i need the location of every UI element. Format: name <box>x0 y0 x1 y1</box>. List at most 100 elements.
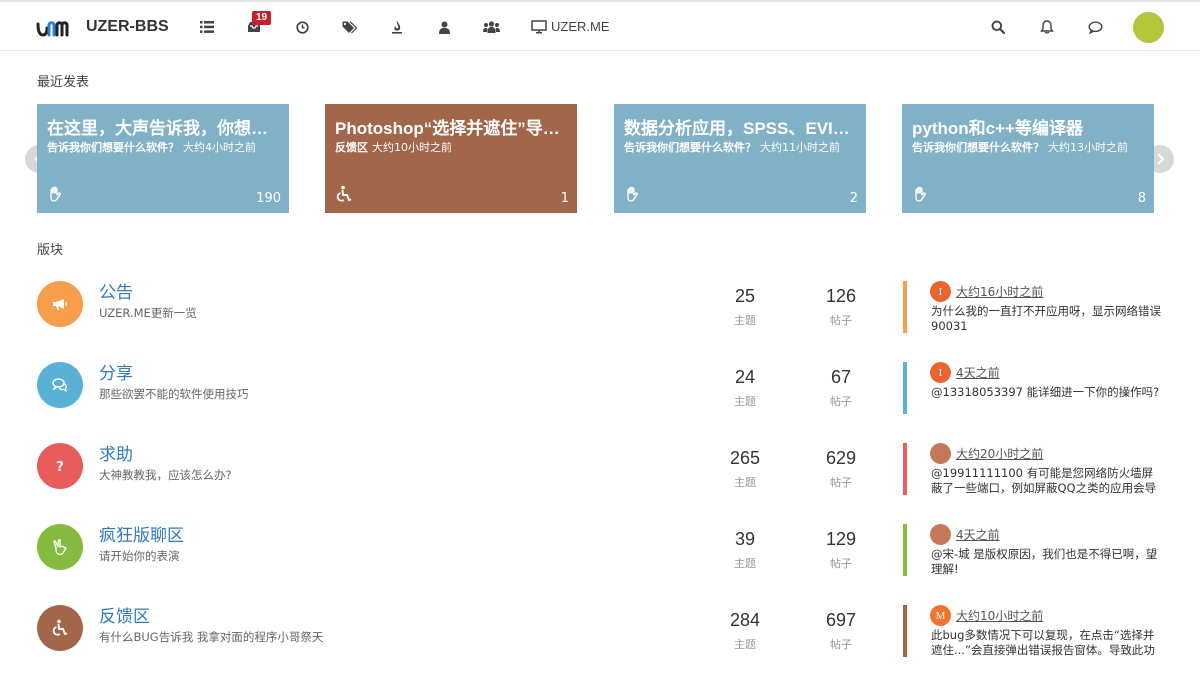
desktop-icon[interactable] <box>529 17 549 37</box>
category-icon[interactable]: ? <box>37 443 83 489</box>
recent-topic-meta: 反馈区 大约10小时之前 <box>335 139 575 155</box>
recent-topic-time: 大约13小时之前 <box>1048 141 1128 154</box>
category-name[interactable]: 公告 <box>99 278 133 303</box>
uzer-me-link[interactable]: UZER.ME <box>551 19 610 34</box>
teaser-timestamp-link[interactable]: 大约20小时之前 <box>956 445 1043 462</box>
category-name[interactable]: 反馈区 <box>99 602 150 627</box>
category-topics-stat: 24 主题 <box>705 367 785 409</box>
recent-topic-time: 大约11小时之前 <box>760 141 840 154</box>
posts-count: 697 <box>825 610 857 630</box>
teaser-user-avatar[interactable] <box>930 443 951 464</box>
posts-label: 帖子 <box>830 314 852 327</box>
recent-topic-title[interactable]: 数据分析应用，SPSS、EVIEWS <box>624 114 860 139</box>
category-icon[interactable] <box>37 524 83 570</box>
brand[interactable]: UZER-BBS <box>36 14 169 40</box>
recent-topic-card[interactable]: 在这里，大声告诉我，你想要什么软件？ 告诉我你们想要什么软件？ 大约4小时之前 190 <box>37 104 289 213</box>
hand-icon <box>47 185 65 203</box>
topics-count: 265 <box>729 448 761 468</box>
tags-icon[interactable] <box>339 17 359 37</box>
recent-topic-category[interactable]: 告诉我你们想要什么软件？ <box>912 141 1044 154</box>
recent-topic-category[interactable]: 告诉我你们想要什么软件？ <box>624 141 756 154</box>
recent-clock-icon[interactable] <box>292 17 312 37</box>
user-avatar[interactable] <box>1133 12 1164 43</box>
category-icon[interactable] <box>37 605 83 651</box>
category-description: 请开始你的表演 <box>99 549 180 563</box>
category-topics-stat: 39 主题 <box>705 529 785 571</box>
recent-topic-category[interactable]: 反馈区 <box>335 141 368 154</box>
recent-topic-card[interactable]: python和c++等编译器告诉我你们想要什么软件？ 大约13小时之前 8 <box>902 104 1154 213</box>
hand-icon <box>912 185 930 203</box>
category-row: ? 求助 大神教教我，应该怎么办? 265 主题 629 帖子 大约20小时之前 @199111… <box>0 443 1200 524</box>
posts-count: 629 <box>825 448 857 468</box>
category-posts-stat: 67 帖子 <box>801 367 881 409</box>
latest-post-teaser: I 大约16小时之前为什么我的一直打不开应用呀，显示网络错误90031 <box>903 281 1168 333</box>
posts-count: 129 <box>825 529 857 549</box>
users-icon[interactable] <box>434 17 454 37</box>
teaser-user-avatar[interactable]: I <box>930 362 951 383</box>
teaser-timestamp-link[interactable]: 大约10小时之前 <box>956 607 1043 624</box>
category-posts-stat: 697 帖子 <box>801 610 881 652</box>
topics-label: 主题 <box>734 314 756 327</box>
teaser-user-avatar[interactable]: M <box>930 605 951 626</box>
category-posts-stat: 126 帖子 <box>801 286 881 328</box>
topics-count: 39 <box>734 529 756 549</box>
recent-topic-card[interactable]: Photoshop“选择并遮住”导致报错 反馈区 大约10小时之前 1 <box>325 104 577 213</box>
latest-post-teaser: I 4天之前 @13318053397 能详细进一下你的操作吗? <box>903 362 1168 414</box>
posts-count: 67 <box>830 367 852 387</box>
category-posts-stat: 129 帖子 <box>801 529 881 571</box>
hand-icon <box>624 185 642 203</box>
notifications-bell-icon[interactable] <box>1037 17 1057 37</box>
recent-topic-meta: 告诉我你们想要什么软件？ 大约11小时之前 <box>624 139 864 155</box>
recent-topic-title[interactable]: Photoshop“选择并遮住”导致报错 <box>335 114 571 139</box>
bullhorn-icon <box>51 295 69 313</box>
recent-section-title: 最近发表 <box>37 75 90 90</box>
categories-section-title: 版块 <box>37 243 64 258</box>
category-icon[interactable] <box>37 281 83 327</box>
navbar: UZER-BBS 19 UZER.ME <box>0 0 1200 51</box>
recent-topic-card[interactable]: 数据分析应用，SPSS、EVIEWS 告诉我你们想要什么软件？ 大约11小时之前 2 <box>614 104 866 213</box>
chevron-right-icon <box>1157 153 1165 165</box>
recent-topic-time: 大约10小时之前 <box>372 141 452 154</box>
teaser-timestamp-link[interactable]: 4天之前 <box>956 364 1000 381</box>
recent-topic-meta: 告诉我你们想要什么软件？ 大约13小时之前 <box>912 139 1152 155</box>
recent-topic-category[interactable]: 告诉我你们想要什么软件？ <box>47 141 179 154</box>
recent-topic-title[interactable]: 在这里，大声告诉我，你想要什么软件？ <box>47 114 283 139</box>
latest-post-teaser: M 大约10小时之前 此bug多数情况下可以复现，在点击“选择并遮住...”会直接弹… <box>903 605 1168 657</box>
latest-post-teaser: 4天之前 @宋-城 是版权原因，我们也是不得已啊，望理解! <box>903 524 1168 576</box>
topics-label: 主题 <box>734 638 756 651</box>
recent-topic-post-count: 190 <box>256 191 281 206</box>
topics-count: 24 <box>734 367 756 387</box>
teaser-timestamp-link[interactable]: 4天之前 <box>956 526 1000 543</box>
topics-count: 284 <box>729 610 761 630</box>
posts-label: 帖子 <box>830 395 852 408</box>
category-topics-stat: 284 主题 <box>705 610 785 652</box>
category-description: 有什么BUG告诉我 我拿对面的程序小哥祭天 <box>99 630 324 644</box>
recent-topic-post-count: 8 <box>1137 191 1146 206</box>
groups-icon[interactable] <box>481 17 501 37</box>
search-icon[interactable] <box>988 17 1008 37</box>
category-name[interactable]: 分享 <box>99 359 133 384</box>
category-topics-stat: 265 主题 <box>705 448 785 490</box>
chat-icon[interactable] <box>1085 17 1105 37</box>
teaser-text: 为什么我的一直打不开应用呀，显示网络错误90031 <box>931 304 1161 333</box>
category-description: UZER.ME更新一览 <box>99 306 197 320</box>
category-description: 那些欲罢不能的软件使用技巧 <box>99 387 249 401</box>
teaser-user-avatar[interactable]: I <box>930 281 951 302</box>
popular-fire-icon[interactable] <box>387 17 407 37</box>
recent-topic-title[interactable]: python和c++等编译器 <box>912 114 1148 139</box>
posts-count: 126 <box>825 286 857 306</box>
posts-label: 帖子 <box>830 476 852 489</box>
hand-peace-icon <box>51 538 69 556</box>
category-name[interactable]: 求助 <box>99 440 133 465</box>
teaser-user-avatar[interactable] <box>930 524 951 545</box>
topics-label: 主题 <box>734 476 756 489</box>
recent-topic-post-count: 2 <box>849 191 858 206</box>
topics-label: 主题 <box>734 395 756 408</box>
category-row: 疯狂版聊区请开始你的表演 39 主题 129 帖子 4天之前 @宋-城 是版权原因，我们也是… <box>0 524 1200 605</box>
category-icon[interactable] <box>37 362 83 408</box>
teaser-timestamp-link[interactable]: 大约16小时之前 <box>956 283 1043 300</box>
category-name[interactable]: 疯狂版聊区 <box>99 521 184 546</box>
topics-count: 25 <box>734 286 756 306</box>
categories-list-icon[interactable] <box>197 17 217 37</box>
question-icon: ? <box>51 457 69 475</box>
